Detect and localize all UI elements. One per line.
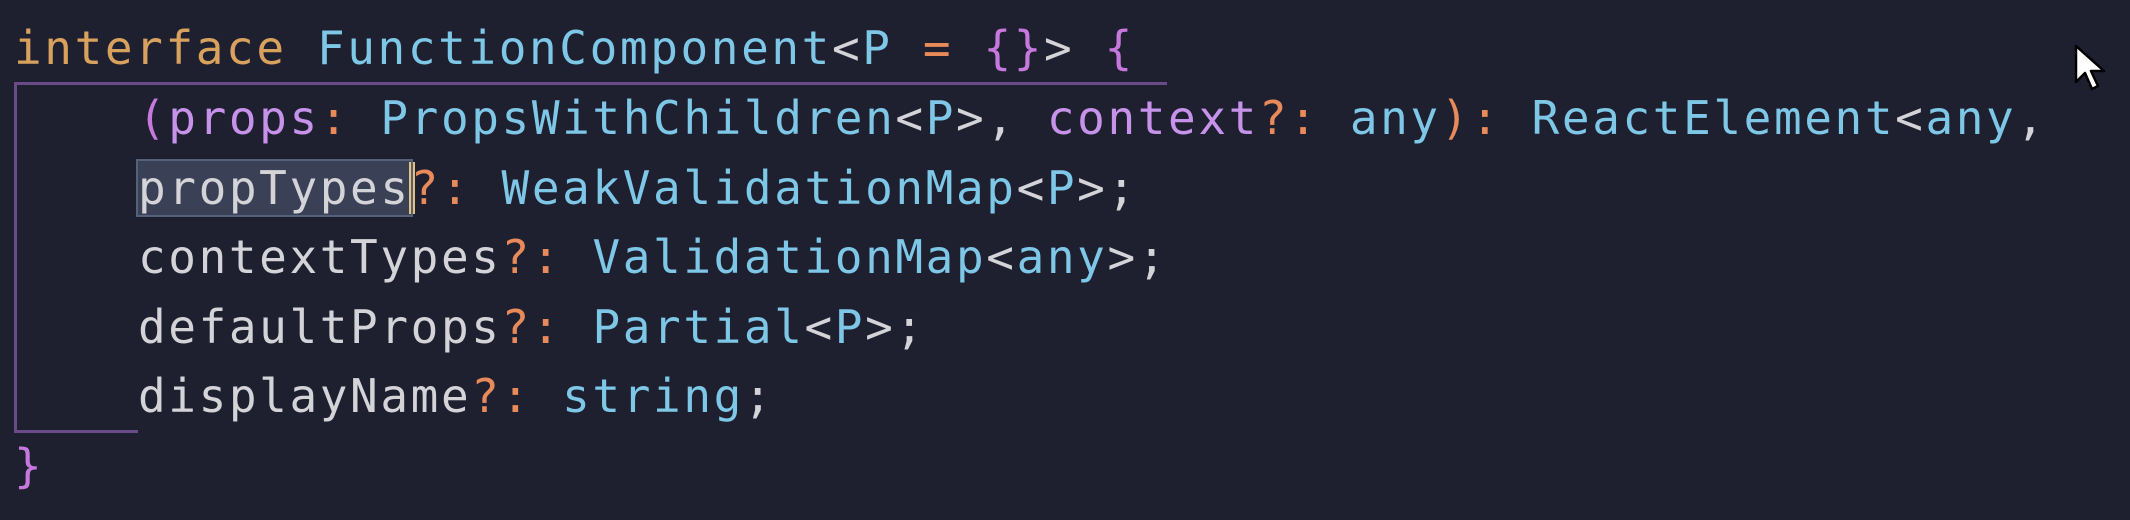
optional-colon: ?:	[471, 369, 563, 423]
code-line-1[interactable]: interface FunctionComponent<P = {}> {	[14, 18, 1135, 78]
comma: ,	[2016, 91, 2047, 145]
code-line-3[interactable]: propTypes?: WeakValidationMap<P>;	[136, 158, 1138, 218]
angle-open: <	[895, 91, 926, 145]
angle-close-semicolon: >;	[865, 300, 926, 354]
angle-close-semicolon: >;	[1107, 230, 1169, 284]
code-line-5[interactable]: defaultProps?: Partial<P>;	[138, 297, 926, 357]
angle-open: <	[804, 300, 835, 354]
keyword-interface: interface	[14, 21, 287, 75]
property-displayname: displayName	[138, 369, 472, 423]
code-line-4[interactable]: contextTypes?: ValidationMap<any>;	[138, 227, 1168, 287]
param-context: context	[1046, 91, 1259, 145]
type-any: any	[1349, 91, 1441, 145]
bracket-guide-left	[14, 82, 17, 432]
angle-open: <	[1895, 91, 1926, 145]
angle-open: <	[986, 230, 1017, 284]
type-react-element: ReactElement	[1531, 91, 1896, 145]
code-line-7[interactable]: }	[14, 436, 44, 496]
type-validation-map: ValidationMap	[592, 230, 987, 284]
property-proptypes-selected[interactable]: propTypes	[136, 159, 413, 217]
property-defaultprops: defaultProps	[138, 300, 502, 354]
paren-close-colon: ):	[1440, 91, 1532, 145]
bracket-guide-top	[14, 82, 1167, 85]
type-string: string	[562, 369, 744, 423]
paren-open: (	[138, 91, 169, 145]
code-line-2[interactable]: (props: PropsWithChildren<P>, context?: …	[138, 88, 2047, 148]
bracket-guide-bottom	[14, 430, 138, 433]
angle-close: >	[1044, 21, 1105, 75]
angle-close-semicolon: >;	[1077, 161, 1138, 215]
optional-colon: ?:	[410, 161, 502, 215]
property-contexttypes: contextTypes	[138, 230, 502, 284]
code-line-6[interactable]: displayName?: string;	[138, 366, 774, 426]
close-brace: }	[14, 439, 45, 493]
arrow-cursor-icon	[2074, 44, 2106, 91]
type-any: any	[1925, 91, 2017, 145]
empty-object-braces: {}	[983, 21, 1045, 75]
type-param: P	[925, 91, 956, 145]
type-partial: Partial	[592, 300, 805, 354]
type-weak-validation-map: WeakValidationMap	[501, 161, 1017, 215]
type-param: P	[1046, 161, 1078, 215]
optional-colon: ?:	[501, 230, 593, 284]
type-param: P	[862, 21, 893, 75]
type-param: P	[834, 300, 866, 354]
type-props-with-children: PropsWithChildren	[380, 91, 896, 145]
colon: :	[319, 91, 381, 145]
type-name: FunctionComponent	[316, 21, 832, 75]
param-props: props	[168, 91, 320, 145]
code-editor[interactable]: interface FunctionComponent<P = {}> { (p…	[0, 0, 2130, 520]
optional-colon: ?:	[501, 300, 593, 354]
optional-colon: ?:	[1258, 91, 1350, 145]
angle-open: <	[831, 21, 863, 75]
open-brace: {	[1104, 21, 1135, 75]
semicolon: ;	[743, 369, 775, 423]
angle-close-comma: >,	[955, 91, 1047, 145]
angle-open: <	[1016, 161, 1047, 215]
assign-operator: =	[892, 21, 984, 75]
type-any: any	[1016, 230, 1108, 284]
